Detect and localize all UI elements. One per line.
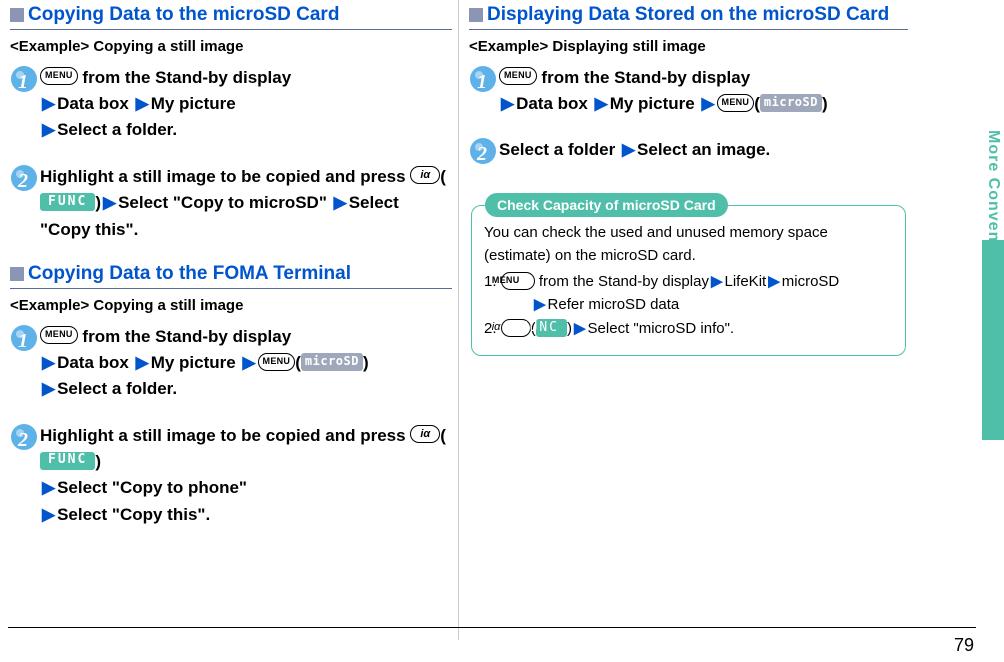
arrow-icon: ▶ [240,353,257,372]
step-text: My picture [151,94,236,113]
menu-key-icon: MENU [258,353,296,371]
callout-box: Check Capacity of microSD Card You can c… [469,205,908,356]
step-text: Select a folder. [57,379,177,398]
step-number-icon: 1 [10,65,40,93]
arrow-icon: ▶ [699,94,716,113]
i-key-icon: iα [410,166,440,184]
arrow-icon: ▶ [134,353,151,372]
step-text: from the Stand-by display [78,68,291,87]
step-text: Highlight a still image to be copied and… [40,167,410,186]
callout-text: Select "microSD info". [588,320,735,337]
example-label: <Example> Copying a still image [10,297,452,314]
example-label: <Example> Displaying still image [469,38,908,55]
callout-text: LifeKit [725,273,767,290]
step-text: Select a folder. [57,120,177,139]
step-text: Data box [57,94,129,113]
callout-text: microSD [782,273,840,290]
step-number-icon: 2 [469,137,499,165]
step-text: Select "Copy to phone" [57,478,247,497]
func-badge: FUNC [40,193,95,211]
func-badge: FUNC [40,452,95,470]
step-text: from the Stand-by display [78,327,291,346]
arrow-icon: ▶ [40,94,57,113]
arrow-icon: ▶ [40,120,57,139]
section-heading: Copying Data to the microSD Card [10,4,452,30]
arrow-icon: ▶ [620,140,637,159]
step-text: Data box [516,94,588,113]
step-1: 1 MENU from the Stand-by display ▶Data b… [469,65,908,118]
callout-title: Check Capacity of microSD Card [485,193,728,217]
side-tab-label: More Convenient [984,130,1002,275]
step-text: My picture [610,94,695,113]
arrow-icon: ▶ [709,273,725,290]
callout-item-1: 1. MENU from the Stand-by display▶LifeKi… [484,271,893,316]
menu-key-icon: MENU [499,67,537,85]
arrow-icon: ▶ [101,193,118,212]
arrow-icon: ▶ [40,478,57,497]
step-number-icon: 1 [469,65,499,93]
microsd-badge: microSD [301,353,363,371]
step-2: 2 Select a folder ▶Select an image. [469,137,908,165]
callout-text: from the Stand-by display [535,273,709,290]
arrow-icon: ▶ [593,94,610,113]
arrow-icon: ▶ [499,94,516,113]
step-text: My picture [151,353,236,372]
footer-rule [8,627,976,628]
arrow-icon: ▶ [40,353,57,372]
section-heading: Copying Data to the FOMA Terminal [10,263,452,289]
step-text: Highlight a still image to be copied and… [40,426,410,445]
step-text: Select "Copy this". [57,505,210,524]
step-text: from the Stand-by display [537,68,750,87]
arrow-icon: ▶ [532,296,548,313]
step-text: Select "Copy to microSD" [118,193,332,212]
arrow-icon: ▶ [572,320,588,337]
arrow-icon: ▶ [40,379,57,398]
step-1: 1 MENU from the Stand-by display ▶Data b… [10,65,452,144]
step-2: 2 Highlight a still image to be copied a… [10,423,452,528]
callout-item-2: 2. iα(FUNC)▶Select "microSD info". [484,318,893,341]
section-title: Displaying Data Stored on the microSD Ca… [487,4,889,27]
callout-text: Refer microSD data [548,296,680,313]
arrow-icon: ▶ [40,505,57,524]
side-tab: More Convenient [982,60,1004,620]
step-text: Data box [57,353,129,372]
arrow-icon: ▶ [134,94,151,113]
step-1: 1 MENU from the Stand-by display ▶Data b… [10,324,452,403]
step-text: Select an image. [637,140,770,159]
section-heading: Displaying Data Stored on the microSD Ca… [469,4,908,30]
section-title: Copying Data to the FOMA Terminal [28,263,351,286]
callout-body: You can check the used and unused memory… [484,222,893,267]
menu-key-icon: MENU [501,272,535,290]
menu-key-icon: MENU [717,94,755,112]
example-label: <Example> Copying a still image [10,38,452,55]
step-number-icon: 1 [10,324,40,352]
arrow-icon: ▶ [332,193,349,212]
step-text: Select a folder [499,140,615,159]
menu-key-icon: MENU [40,67,78,85]
page-number: 79 [954,635,974,656]
square-bullet-icon [10,267,24,281]
arrow-icon: ▶ [766,273,782,290]
microsd-badge: microSD [760,94,822,112]
step-number-icon: 2 [10,164,40,192]
func-badge: FUNC [536,319,567,337]
section-title: Copying Data to the microSD Card [28,4,339,27]
menu-key-icon: MENU [40,326,78,344]
square-bullet-icon [469,8,483,22]
right-column: Displaying Data Stored on the microSD Ca… [459,0,914,640]
step-2: 2 Highlight a still image to be copied a… [10,164,452,243]
left-column: Copying Data to the microSD Card <Exampl… [4,0,459,640]
step-number-icon: 2 [10,423,40,451]
square-bullet-icon [10,8,24,22]
i-key-icon: iα [410,425,440,443]
